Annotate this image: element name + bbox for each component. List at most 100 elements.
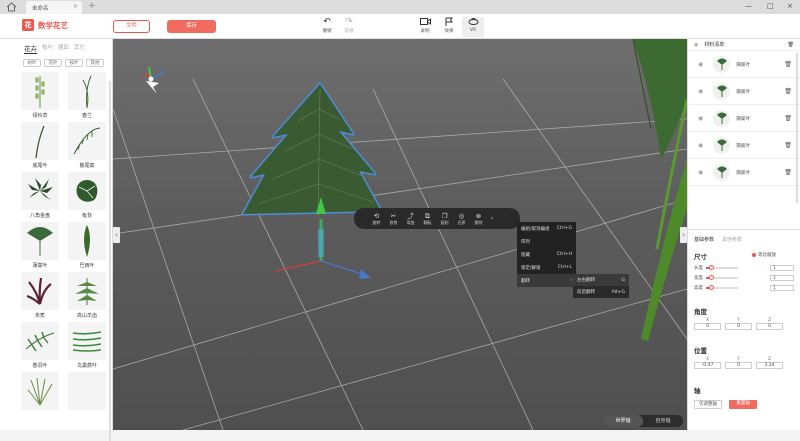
slider-handle[interactable]: [709, 265, 714, 270]
effect-button[interactable]: 效果: [438, 17, 460, 34]
item-thumbnail: [68, 122, 106, 160]
eye-icon[interactable]: ◉: [698, 61, 707, 68]
trash-icon[interactable]: 🗑︎: [784, 61, 792, 68]
collapse-left-panel-icon[interactable]: ‹: [113, 227, 120, 243]
tab-flowers[interactable]: 花卉: [24, 43, 37, 54]
list-item[interactable]: ◉ 蒲葵叶 🗑︎: [688, 78, 800, 105]
library-item[interactable]: 绿铃草: [21, 72, 59, 120]
reset-axis-button[interactable]: 重置轴: [729, 400, 757, 409]
height-slider[interactable]: [706, 285, 738, 290]
trash-icon[interactable]: 🗑︎: [784, 169, 792, 176]
menu-item-label: 编组/取消编组: [521, 226, 550, 232]
length-slider[interactable]: [706, 265, 738, 270]
collapse-right-panel-icon[interactable]: ›: [680, 227, 687, 243]
position-z-input[interactable]: 3.34: [756, 362, 783, 369]
more-icon[interactable]: ›: [487, 215, 497, 222]
trim-button[interactable]: ✂ 修剪: [385, 212, 402, 226]
subtab-flower-leaf[interactable]: 花叶: [44, 59, 62, 67]
width-slider[interactable]: [706, 275, 738, 280]
library-item[interactable]: 蒲葵叶: [21, 222, 59, 270]
adjust-axis-only-button[interactable]: 仅调整轴: [694, 400, 722, 409]
home-icon[interactable]: [6, 2, 17, 12]
menu-item-flip-horizontal[interactable]: 左右翻转 G: [573, 274, 629, 286]
vr-button[interactable]: VR: [462, 17, 484, 37]
restore-button[interactable]: ◎ 还原: [453, 212, 470, 226]
tab-basic-params[interactable]: 基础参数: [694, 236, 714, 243]
trash-icon[interactable]: 🗑︎: [788, 42, 794, 48]
trash-icon[interactable]: 🗑︎: [784, 88, 792, 95]
tab-vessels[interactable]: 器皿: [58, 43, 69, 54]
library-item[interactable]: 春兰: [68, 72, 106, 120]
menu-item-group[interactable]: 编组/取消编组 Ctrl+G: [517, 222, 576, 235]
angle-x-input[interactable]: 0: [694, 323, 721, 330]
undo-button[interactable]: ↶ 撤销: [316, 17, 338, 34]
tab-foliage[interactable]: 枝叶: [42, 43, 53, 54]
library-item[interactable]: 龟背: [68, 172, 106, 220]
library-scrollbar[interactable]: [109, 81, 111, 441]
slider-handle[interactable]: [709, 275, 714, 280]
list-item[interactable]: ◉ 蒲葵叶 🗑︎: [688, 132, 800, 159]
proportional-scale-toggle[interactable]: 等比缩放: [752, 252, 776, 258]
length-input[interactable]: 1: [770, 265, 794, 271]
tab-other-params[interactable]: 其他参数: [722, 236, 742, 243]
library-item[interactable]: 八角金盘: [21, 172, 59, 220]
menu-item-label: 锁定/解锁: [521, 265, 541, 271]
subtab-branch-leaf[interactable]: 枝叶: [65, 59, 83, 67]
angle-y-input[interactable]: 0: [725, 323, 752, 330]
library-item[interactable]: [68, 372, 106, 420]
minimize-icon[interactable]: —: [745, 2, 752, 10]
scene-canvas[interactable]: X Z: [113, 39, 687, 430]
record-button[interactable]: 录制: [414, 17, 436, 34]
width-slider-row: 宽度 1: [694, 275, 794, 281]
subtab-other[interactable]: 其他: [86, 59, 104, 67]
menu-item-array[interactable]: 阵列: [517, 235, 576, 248]
width-input[interactable]: 1: [770, 275, 794, 281]
library-item[interactable]: 鸟巢蕨叶: [68, 322, 106, 370]
eye-icon[interactable]: ◉: [698, 115, 707, 122]
copy-button[interactable]: ❐ 复制: [436, 212, 453, 226]
library-item[interactable]: [21, 372, 59, 420]
menu-item-label: 隐藏: [521, 252, 530, 258]
position-y-input[interactable]: 0: [725, 362, 752, 369]
window-close-icon[interactable]: ×: [787, 2, 793, 10]
file-button[interactable]: 文件: [113, 20, 150, 33]
menu-item-lock[interactable]: 锁定/解锁 Ctrl+L: [517, 261, 576, 274]
library-item[interactable]: 朱蕉: [21, 272, 59, 320]
bend-button[interactable]: ⤴ 弯曲: [402, 212, 419, 226]
library-item[interactable]: 春羽叶: [21, 322, 59, 370]
menu-item-flip[interactable]: 翻转 ›: [517, 274, 576, 287]
maximize-icon[interactable]: □: [767, 2, 774, 10]
tab-other[interactable]: 其它: [74, 43, 85, 54]
local-axis-button[interactable]: 自身轴: [643, 415, 683, 427]
world-axis-button[interactable]: 世界轴: [603, 415, 643, 427]
trash-icon[interactable]: 🗑︎: [784, 115, 792, 122]
eye-icon[interactable]: ◉: [698, 142, 707, 149]
flip-button[interactable]: ⧉ 翻転: [419, 212, 436, 226]
redo-button[interactable]: ↷ 前进: [338, 17, 360, 34]
library-item[interactable]: 底尾叶: [21, 122, 59, 170]
list-item[interactable]: ◉ 蒲葵叶 🗑︎: [688, 105, 800, 132]
height-input[interactable]: 1: [770, 285, 794, 291]
close-tab-icon[interactable]: ×: [73, 3, 78, 10]
list-item[interactable]: ◉ 蒲葵叶 🗑︎: [688, 159, 800, 186]
rotate-button[interactable]: ⟲ 旋转: [368, 212, 385, 226]
position-x-input[interactable]: -0.47: [694, 362, 721, 369]
library-item[interactable]: 高山羊齿: [68, 272, 106, 320]
list-item[interactable]: ◉ 蒲葵叶 🗑︎: [688, 51, 800, 78]
eye-icon[interactable]: ◉: [698, 169, 707, 176]
document-tab[interactable]: 未命名 ×: [26, 1, 82, 14]
library-item[interactable]: 散尾葵: [68, 122, 106, 170]
eye-icon[interactable]: ◉: [698, 88, 707, 95]
library-item[interactable]: 巴西叶: [68, 222, 106, 270]
menu-item-hide[interactable]: 隐藏 Ctrl+H: [517, 248, 576, 261]
menu-item-flip-front-back[interactable]: 前后翻转 Alt+G: [573, 286, 629, 298]
new-tab-icon[interactable]: +: [88, 1, 96, 11]
trash-icon[interactable]: 🗑︎: [784, 142, 792, 149]
3d-viewport[interactable]: X Z ‹ › ⟲ 旋转 ✂ 修剪 ⤴ 弯曲 ⧉ 翻転 ❐ 复制 ◎ 还原 ⊗ 删除 › 编组…: [113, 39, 687, 430]
save-button[interactable]: 保存: [167, 20, 216, 33]
delete-button[interactable]: ⊗ 删除: [470, 212, 487, 226]
slider-handle[interactable]: [709, 285, 714, 290]
angle-z-input[interactable]: 0: [756, 323, 783, 330]
subtab-leaf[interactable]: 树叶: [23, 59, 41, 67]
material-list-scrollbar[interactable]: [796, 53, 798, 203]
